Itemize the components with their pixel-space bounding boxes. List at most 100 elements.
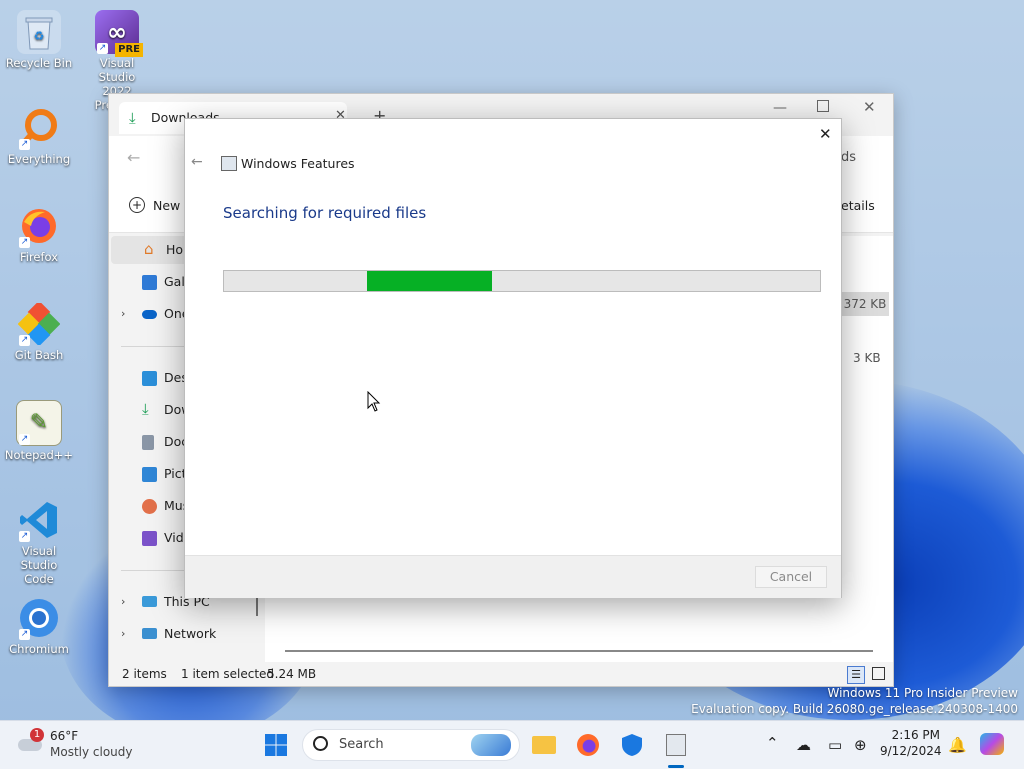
desktop-icon-label: Visual Studio Code — [20, 544, 58, 586]
music-icon — [142, 499, 157, 514]
taskbar-windows-security[interactable] — [618, 731, 646, 759]
new-plus-icon[interactable]: + — [129, 197, 145, 213]
back-arrow-icon[interactable]: ← — [127, 148, 140, 167]
search-highlight-icon — [471, 734, 511, 756]
shortcut-arrow-icon: ↗ — [19, 139, 30, 150]
shortcut-arrow-icon: ↗ — [19, 531, 30, 542]
windows-logo-icon — [265, 734, 287, 756]
horizontal-scrollbar[interactable] — [285, 650, 873, 652]
network-icon — [142, 628, 157, 639]
git-bash-icon: ↗ — [17, 302, 61, 346]
sidebar-item-label: Network — [164, 626, 217, 641]
chevron-right-icon[interactable]: › — [121, 620, 125, 648]
maximize-icon[interactable] — [817, 100, 829, 112]
new-button[interactable]: New — [153, 198, 180, 213]
file-size: 3 KB — [853, 351, 881, 365]
desktop-icon-label: Notepad++ — [4, 448, 74, 462]
weather-description: Mostly cloudy — [50, 745, 133, 759]
desktop-icon-label: Git Bash — [14, 348, 64, 362]
chevron-up-icon[interactable]: ⌃ — [766, 734, 779, 752]
desktop-icon-notepad-plus-plus[interactable]: ✎ ↗ Notepad++ — [1, 400, 77, 462]
desktop-icon-label: Chromium — [9, 642, 69, 656]
vscode-icon: ↗ — [17, 498, 61, 542]
chromium-icon: ↗ — [17, 596, 61, 640]
taskbar-file-explorer[interactable] — [530, 731, 558, 759]
visual-studio-icon: ∞ PRE ↗ — [95, 10, 143, 57]
watermark-line1: Windows 11 Pro Insider Preview — [827, 686, 1018, 700]
desktop-icon-chromium[interactable]: ↗ Chromium — [1, 596, 77, 656]
recycle-bin-icon: ♻ — [17, 10, 61, 54]
chevron-right-icon[interactable]: › — [121, 588, 125, 616]
desktop-icon-visual-studio-code[interactable]: ↗ Visual Studio Code — [1, 498, 77, 586]
dialog-heading: Searching for required files — [223, 204, 427, 222]
details-view-icon[interactable]: ☰ — [847, 666, 865, 684]
windows-features-dialog[interactable]: ✕ ← Windows Features Searching for requi… — [184, 118, 842, 598]
notepad-plus-plus-icon: ✎ ↗ — [16, 400, 62, 446]
status-item-count: 2 items — [122, 667, 167, 681]
download-icon: ⤓ — [129, 109, 136, 127]
notification-bell-icon[interactable]: 🔔 — [948, 736, 967, 754]
sidebar-item-network[interactable]: › Network — [109, 620, 259, 648]
desktop-icon-git-bash[interactable]: ↗ Git Bash — [1, 302, 77, 362]
watermark-line2: Evaluation copy. Build 26080.ge_release.… — [691, 702, 1018, 716]
windows-features-icon — [666, 734, 686, 756]
clock[interactable]: 2:16 PM 9/12/2024 — [880, 727, 942, 759]
weather-alert-badge: 1 — [30, 728, 44, 742]
dialog-title: Windows Features — [241, 156, 355, 171]
mouse-cursor-icon — [367, 390, 381, 417]
close-dialog-icon[interactable]: ✕ — [819, 125, 832, 143]
pre-badge: PRE — [115, 43, 143, 57]
shortcut-arrow-icon: ↗ — [19, 434, 30, 445]
taskbar-search-box[interactable]: Search — [302, 729, 520, 761]
close-window-icon[interactable]: ✕ — [863, 98, 876, 116]
start-button[interactable] — [262, 731, 290, 759]
videos-icon — [142, 531, 157, 546]
status-bar: 2 items 1 item selected 5.24 MB ☰ — [109, 662, 893, 686]
firefox-icon — [577, 734, 599, 756]
desktop-icon-recycle-bin[interactable]: ♻ Recycle Bin — [1, 10, 77, 70]
search-placeholder: Search — [339, 737, 384, 752]
weather-widget[interactable]: 1 66°F Mostly cloudy — [14, 727, 144, 763]
onedrive-offline-icon[interactable]: ☁ — [796, 736, 811, 754]
status-selection: 1 item selected — [181, 667, 275, 681]
firefox-icon: ↗ — [17, 204, 61, 248]
pictures-icon — [142, 467, 157, 482]
everything-search-icon: ↗ — [17, 106, 61, 150]
cloud-icon — [142, 310, 157, 319]
tiles-view-icon[interactable] — [872, 667, 885, 680]
taskbar-windows-features[interactable] — [662, 731, 690, 759]
chevron-right-icon[interactable]: › — [121, 300, 125, 328]
shortcut-arrow-icon: ↗ — [19, 237, 30, 248]
folder-icon — [532, 736, 556, 754]
cancel-button[interactable]: Cancel — [755, 566, 827, 588]
minimize-icon[interactable]: — — [773, 100, 787, 116]
gallery-icon — [142, 275, 157, 290]
progress-bar — [223, 270, 821, 292]
desktop-icon-firefox[interactable]: ↗ Firefox — [1, 204, 77, 264]
desktop-icon-label: Firefox — [19, 250, 59, 264]
home-icon: ⌂ — [144, 240, 154, 258]
monitor-icon — [142, 596, 157, 607]
download-icon: ⤓ — [142, 400, 149, 418]
document-icon — [142, 435, 154, 450]
copilot-icon[interactable] — [980, 733, 1004, 755]
file-size-selected: 372 KB — [841, 292, 889, 316]
address-bar-partial-text: ds — [841, 150, 857, 165]
display-icon[interactable]: ▭ — [828, 736, 842, 754]
status-size: 5.24 MB — [267, 667, 317, 681]
progress-bar-fill — [367, 271, 493, 291]
desktop-icon-label: Recycle Bin — [5, 56, 73, 70]
svg-text:♻: ♻ — [34, 29, 45, 43]
network-icon[interactable]: ⊕ — [854, 736, 867, 754]
shield-icon — [622, 734, 642, 756]
clock-date: 9/12/2024 — [880, 744, 942, 758]
search-icon — [313, 736, 328, 751]
back-arrow-icon[interactable]: ← — [191, 154, 203, 170]
desktop-icon-everything[interactable]: ↗ Everything — [1, 106, 77, 166]
taskbar-firefox[interactable] — [574, 731, 602, 759]
desktop-folder-icon — [142, 371, 157, 386]
dialog-footer: Cancel — [185, 555, 841, 598]
shortcut-arrow-icon: ↗ — [19, 335, 30, 346]
shortcut-arrow-icon: ↗ — [97, 43, 108, 54]
details-button[interactable]: etails — [841, 198, 875, 213]
